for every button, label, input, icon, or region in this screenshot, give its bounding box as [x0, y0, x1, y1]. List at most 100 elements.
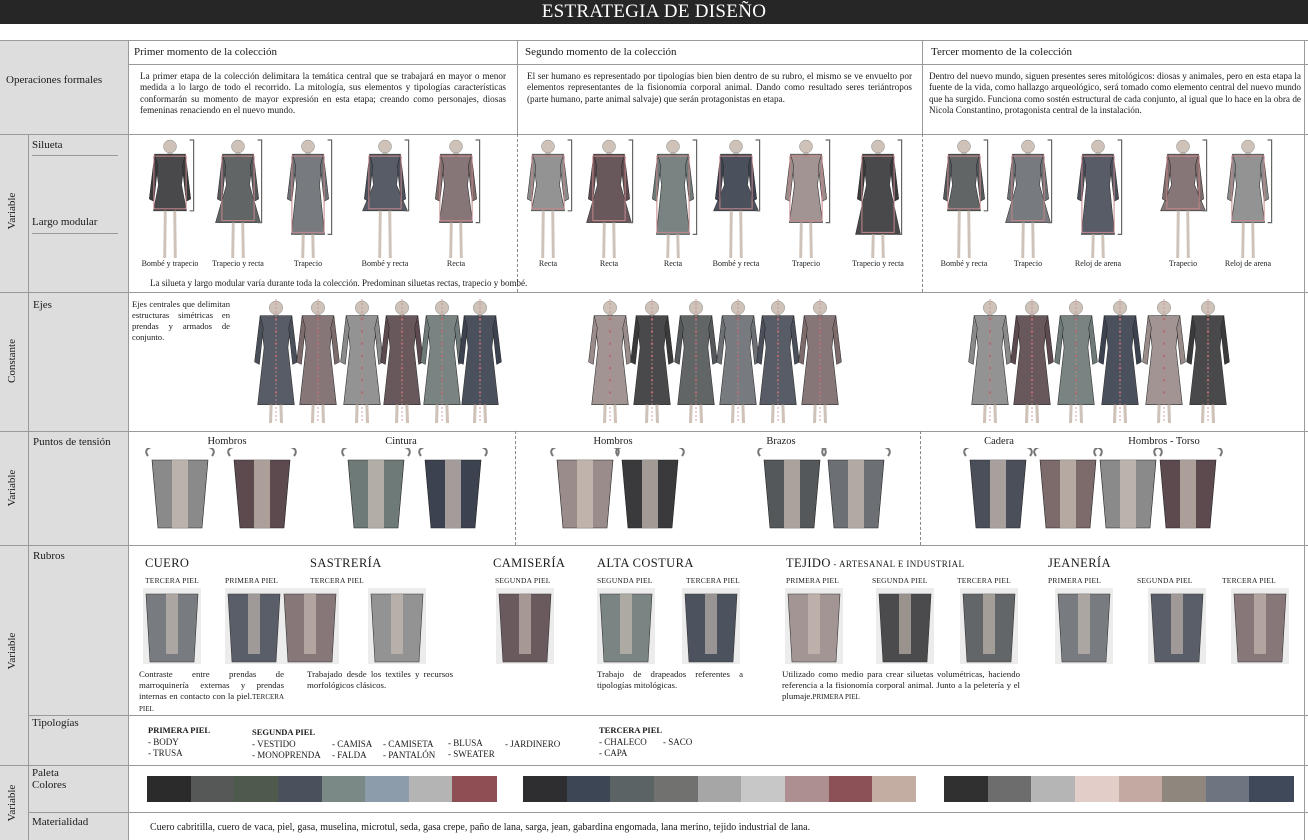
rubro-garment — [1231, 588, 1289, 664]
color-swatch — [741, 776, 786, 802]
color-swatch — [1074, 776, 1119, 802]
materialidad-text: Cuero cabritilla, cuero de vaca, piel, g… — [150, 822, 811, 833]
rubro-garment — [1148, 588, 1206, 664]
garment-figure — [287, 139, 333, 259]
silueta-caption: Trapecio — [1013, 259, 1043, 268]
tension-detail — [615, 448, 685, 529]
rubro-tejido-title: TEJIDO - ARTESANAL E INDUSTRIAL — [786, 556, 964, 571]
color-swatch — [234, 776, 279, 802]
tipologia-tercera-item: - CHALECO — [599, 737, 647, 747]
garment-figure — [1054, 299, 1098, 424]
garment-figure — [968, 299, 1012, 424]
tension-detail — [821, 448, 891, 529]
rubro-sastreria-tag-1: TERCERA PIEL — [310, 576, 364, 585]
grid-line — [0, 292, 1308, 293]
tipologia-primera-item: - TRUSA — [148, 748, 183, 758]
garment-figure — [785, 139, 831, 259]
color-swatch — [828, 776, 873, 802]
silueta-figures — [149, 139, 1273, 259]
color-swatch — [1162, 776, 1207, 802]
tension-point-label: Cintura — [385, 436, 417, 447]
rubro-tejido-text-tail: PRIMERA PIEL — [812, 693, 860, 701]
rubro-alta-costura-tag-2: TERCERA PIEL — [686, 576, 740, 585]
color-swatch — [1249, 776, 1294, 802]
rubro-tejido-text: Utilizado como medio para crear siluetas… — [782, 669, 1020, 703]
tension-detail — [1033, 448, 1103, 529]
garment-figure — [362, 139, 410, 259]
silueta-caption: Reloj de arena — [1074, 259, 1122, 268]
garment-figure — [1227, 139, 1273, 259]
color-swatch — [277, 776, 322, 802]
color-swatch — [1205, 776, 1250, 802]
tension-detail — [418, 448, 488, 529]
rubros-figures — [143, 588, 1289, 664]
garment-figure — [527, 139, 573, 259]
garment-figure — [458, 299, 502, 424]
garment-figure — [1010, 299, 1054, 424]
rubro-garment — [368, 588, 426, 664]
group-label-variable-1: Variable — [6, 192, 18, 230]
row-label-rubros: Rubros — [33, 550, 65, 562]
silueta-caption: Bombé y recta — [712, 259, 760, 268]
row-label-operaciones: Operaciones formales — [6, 74, 103, 86]
rubro-garment — [496, 588, 554, 664]
garment-figure — [713, 139, 761, 259]
silueta-note: La silueta y largo modular varía durante… — [150, 278, 528, 288]
tipologia-segunda-item: - MONOPRENDA — [252, 750, 321, 760]
color-swatch — [147, 776, 192, 802]
operaciones-text-3: Dentro del nuevo mundo, siguen presentes… — [929, 71, 1301, 115]
rubro-cuero-tag-1: TERCERA PIEL — [145, 576, 199, 585]
row-label-silueta: Silueta — [32, 139, 63, 151]
color-swatch — [1031, 776, 1076, 802]
rubro-tejido-name: TEJIDO — [786, 556, 831, 570]
grid-line — [0, 765, 1308, 766]
tension-point-label: Cadera — [984, 436, 1014, 447]
tension-detail — [963, 448, 1033, 529]
garment-figure — [1098, 299, 1142, 424]
garment-figure — [380, 299, 424, 424]
row-label-largo: Largo modular — [32, 216, 98, 228]
group-label-variable-3: Variable — [6, 632, 18, 670]
puntos-figures — [145, 448, 1223, 529]
silueta-caption: Recta — [446, 259, 466, 268]
garment-figure — [254, 299, 298, 424]
tension-point-label: Hombros — [207, 436, 247, 447]
color-swatch — [523, 776, 568, 802]
color-swatch — [1118, 776, 1163, 802]
tension-detail — [1153, 448, 1223, 529]
garment-figure — [674, 299, 718, 424]
column-header-2: Segundo momento de la colección — [525, 46, 677, 58]
color-swatch — [654, 776, 699, 802]
silueta-caption: Trapecio — [791, 259, 821, 268]
color-swatch — [408, 776, 453, 802]
color-swatch — [610, 776, 655, 802]
color-swatch — [785, 776, 830, 802]
rubro-garment — [1055, 588, 1113, 664]
tipologia-segunda-item: - JARDINERO — [505, 739, 561, 749]
tipologia-segunda-item: - SWEATER — [448, 749, 495, 759]
tension-detail — [341, 448, 411, 529]
grid-line — [28, 812, 1308, 813]
ejes-text: Ejes centrales que delimitan estructuras… — [132, 299, 230, 342]
color-swatch — [365, 776, 410, 802]
rubro-garment — [960, 588, 1018, 664]
group-label-variable-2: Variable — [6, 469, 18, 507]
tipologia-primera-item: - BODY — [148, 737, 179, 747]
tipologia-tercera-item: - CAPA — [599, 748, 628, 758]
garment-figure — [149, 139, 195, 259]
grid-line — [0, 545, 1308, 546]
rubro-alta-costura-text: Trabajo de drapeados referentes a tipolo… — [597, 669, 743, 690]
tipologia-segunda-item: - VESTIDO — [252, 739, 296, 749]
tension-detail — [227, 448, 297, 529]
rubro-camiseria-tag-1: SEGUNDA PIEL — [495, 576, 551, 585]
color-swatch — [697, 776, 742, 802]
garment-figure — [588, 299, 632, 424]
grid-line — [28, 134, 29, 840]
color-swatch — [452, 776, 497, 802]
row-label-paleta: Paleta Colores — [32, 767, 67, 791]
grid-line — [0, 431, 1308, 432]
garment-figure — [1077, 139, 1123, 259]
rubro-alta-costura-tag-1: SEGUNDA PIEL — [597, 576, 653, 585]
tipologia-segunda-item: - CAMISETA — [383, 739, 434, 749]
row-label-ejes: Ejes — [33, 299, 52, 311]
